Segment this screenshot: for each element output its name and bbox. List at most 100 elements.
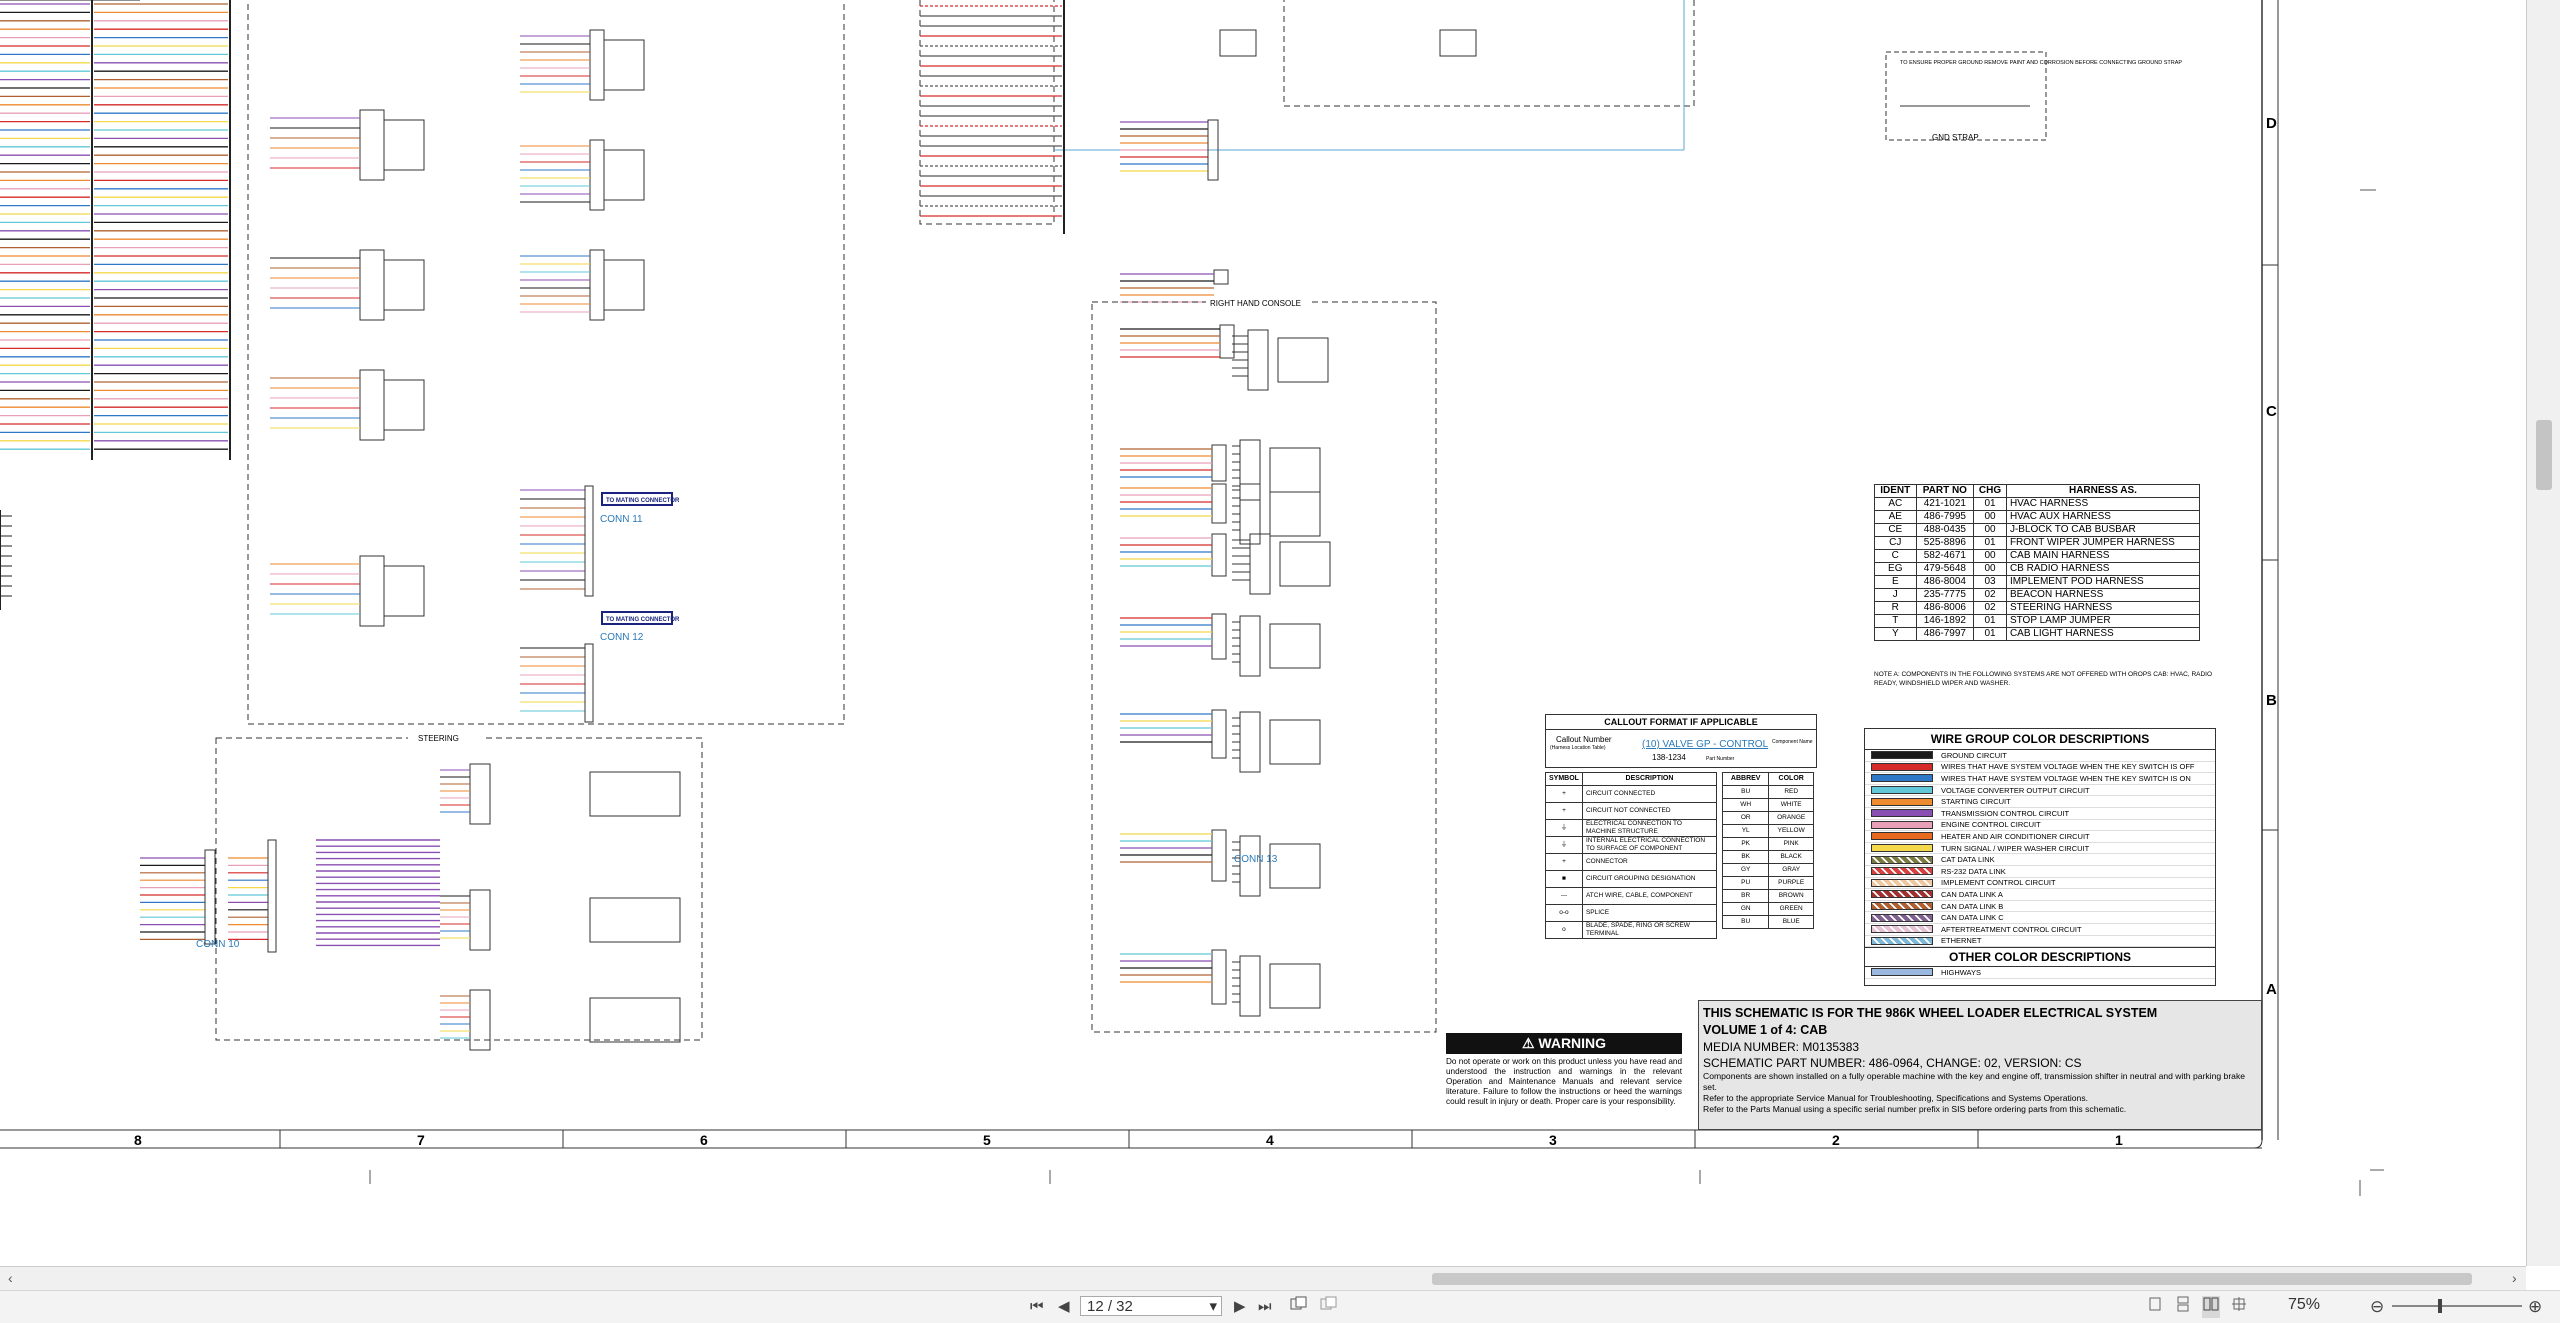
harness-cell: J-BLOCK TO CAB BUSBAR xyxy=(2005,523,2201,537)
page-number-field[interactable]: 12 / 32 ▾ xyxy=(1080,1296,1222,1316)
steering-label: STEERING xyxy=(418,734,459,743)
vertical-scrollbar[interactable] xyxy=(2526,0,2560,1266)
zoom-slider[interactable] xyxy=(2392,1299,2522,1313)
table-row: ■ CIRCUIT GROUPING DESIGNATION xyxy=(1545,870,1718,888)
harness-cell: 486-8004 xyxy=(1915,575,1975,589)
zoom-out-button[interactable]: ⊖ xyxy=(2370,1296,2384,1318)
abbrev-cell: OR xyxy=(1721,811,1770,825)
symbol-description: ATCH WIRE, CABLE, COMPONENT xyxy=(1581,887,1718,905)
col-label-2: 2 xyxy=(1832,1132,1840,1148)
symbol-cell: ⏚ xyxy=(1545,819,1583,837)
harness-cell: IMPLEMENT POD HARNESS xyxy=(2005,575,2201,589)
harness-cell: 00 xyxy=(1973,549,2007,563)
table-row: AC 421-1021 01 HVAC HARNESS xyxy=(1874,497,2201,511)
list-item: VOLTAGE CONVERTER OUTPUT CIRCUIT xyxy=(1865,785,2215,797)
scroll-mode-icon[interactable] xyxy=(2230,1296,2248,1318)
harness-cell: AE xyxy=(1874,510,1917,524)
document-viewport[interactable]: D C B A 8 7 6 5 4 3 2 1 TO MATING CONNEC… xyxy=(0,0,2526,1266)
zoom-in-button[interactable]: ⊕ xyxy=(2528,1296,2542,1318)
list-item: HIGHWAYS xyxy=(1865,967,2215,979)
list-item: WIRES THAT HAVE SYSTEM VOLTAGE WHEN THE … xyxy=(1865,773,2215,785)
color-swatch xyxy=(1871,820,1933,829)
harness-header-cell: IDENT xyxy=(1874,484,1917,498)
list-item: ETHERNET xyxy=(1865,936,2215,948)
harness-cell: CB RADIO HARNESS xyxy=(2005,562,2201,576)
callout-example-link[interactable]: (10) VALVE GP - CONTROL xyxy=(1642,739,1768,750)
conn-12-link[interactable]: CONN 12 xyxy=(600,632,644,643)
color-label: TRANSMISSION CONTROL CIRCUIT xyxy=(1941,808,2070,818)
abbrev-cell: BK xyxy=(1721,850,1770,864)
list-item: CAN DATA LINK A xyxy=(1865,889,2215,901)
abbrev-cell: BLUE xyxy=(1768,915,1814,929)
col-label-8: 8 xyxy=(134,1132,142,1148)
color-label: CAN DATA LINK C xyxy=(1941,913,2004,923)
wire-group-colors: WIRE GROUP COLOR DESCRIPTIONS GROUND CIR… xyxy=(1864,728,2216,986)
harness-cell: 02 xyxy=(1973,601,2007,615)
harness-cell: STOP LAMP JUMPER xyxy=(2005,614,2201,628)
next-page-button[interactable]: ▶ xyxy=(1234,1296,1246,1318)
symbol-cell: --- xyxy=(1545,887,1583,905)
column5-wiring xyxy=(920,5,1235,1005)
harness-cell: 146-1892 xyxy=(1915,614,1975,628)
harness-cell: J xyxy=(1874,588,1917,602)
color-swatch xyxy=(1871,890,1933,899)
title-block: THIS SCHEMATIC IS FOR THE 986K WHEEL LOA… xyxy=(1698,1000,2262,1130)
horizontal-scroll-thumb[interactable] xyxy=(1432,1273,2472,1285)
single-page-view-icon[interactable] xyxy=(2146,1296,2164,1318)
color-label: AFTERTREATMENT CONTROL CIRCUIT xyxy=(1941,924,2082,934)
table-row: C 582-4671 00 CAB MAIN HARNESS xyxy=(1874,549,2201,563)
color-swatch xyxy=(1871,832,1933,841)
harness-cell: 02 xyxy=(1973,588,2007,602)
horizontal-scrollbar[interactable]: ‹ › xyxy=(0,1266,2526,1291)
last-page-button[interactable]: ⏭ xyxy=(1258,1296,1272,1318)
color-swatch xyxy=(1871,809,1933,818)
harness-cell: CJ xyxy=(1874,536,1917,550)
warning-icon: ⚠ xyxy=(1521,1035,1539,1051)
previous-page-button[interactable]: ◀ xyxy=(1058,1296,1070,1318)
page-number-value: 12 / 32 xyxy=(1087,1298,1133,1315)
table-row: Y 486-7997 01 CAB LIGHT HARNESS xyxy=(1874,627,2201,641)
fit-page-icon[interactable] xyxy=(1290,1296,1308,1318)
color-swatch xyxy=(1871,797,1933,806)
continuous-view-icon[interactable] xyxy=(2174,1296,2192,1318)
col-label-3: 3 xyxy=(1549,1132,1557,1148)
conn-10-link[interactable]: CONN 10 xyxy=(196,939,240,950)
first-page-button[interactable]: ⏮ xyxy=(1030,1296,1044,1318)
row-label-a: A xyxy=(2266,981,2277,998)
symbol-description: INTERNAL ELECTRICAL CONNECTION TO SURFAC… xyxy=(1581,836,1718,854)
conn-13-link[interactable]: CONN 13 xyxy=(1234,854,1278,865)
table-row: o-o SPLICE xyxy=(1545,904,1718,922)
color-label: IMPLEMENT CONTROL CIRCUIT xyxy=(1941,878,2056,888)
color-swatch xyxy=(1871,913,1933,922)
abbrev-cell: BU xyxy=(1721,785,1770,799)
title-line-2: VOLUME 1 of 4: CAB xyxy=(1703,1023,1828,1037)
harness-cell: E xyxy=(1874,575,1917,589)
page-dropdown-icon[interactable]: ▾ xyxy=(1209,1297,1217,1317)
title-note-1: Components are shown installed on a full… xyxy=(1703,1071,2246,1092)
scroll-left-arrow-icon[interactable]: ‹ xyxy=(8,1270,13,1286)
viewer-toolbar: ⏮ ◀ 12 / 32 ▾ ▶ ⏭ 75% ⊖ ⊕ xyxy=(0,1290,2560,1323)
row-label-c: C xyxy=(2266,403,2277,420)
fit-width-icon[interactable] xyxy=(1320,1296,1338,1318)
two-page-view-icon[interactable] xyxy=(2202,1296,2220,1318)
warning-text: Do not operate or work on this product u… xyxy=(1446,1057,1682,1106)
harness-cell: HVAC HARNESS xyxy=(2005,497,2201,511)
harness-cell: STEERING HARNESS xyxy=(2005,601,2201,615)
symbol-description: SPLICE xyxy=(1581,904,1718,922)
list-item: WIRES THAT HAVE SYSTEM VOLTAGE WHEN THE … xyxy=(1865,762,2215,774)
zoom-slider-handle[interactable] xyxy=(2438,1299,2442,1313)
table-row: EG 479-5648 00 CB RADIO HARNESS xyxy=(1874,562,2201,576)
harness-cell: CAB LIGHT HARNESS xyxy=(2005,627,2201,641)
scroll-right-arrow-icon[interactable]: › xyxy=(2512,1270,2517,1286)
color-swatch xyxy=(1871,751,1933,760)
harness-cell: 00 xyxy=(1973,562,2007,576)
symbol-cell: ■ xyxy=(1545,870,1583,888)
abbrev-cell: ORANGE xyxy=(1768,811,1814,825)
harness-cell: 00 xyxy=(1973,523,2007,537)
table-row: R 486-8006 02 STEERING HARNESS xyxy=(1874,601,2201,615)
vertical-scroll-thumb[interactable] xyxy=(2536,420,2552,490)
conn-11-link[interactable]: CONN 11 xyxy=(600,514,643,525)
table-row: T 146-1892 01 STOP LAMP JUMPER xyxy=(1874,614,2201,628)
table-row: CJ 525-8896 01 FRONT WIPER JUMPER HARNESS xyxy=(1874,536,2201,550)
row-label-d: D xyxy=(2266,115,2277,132)
